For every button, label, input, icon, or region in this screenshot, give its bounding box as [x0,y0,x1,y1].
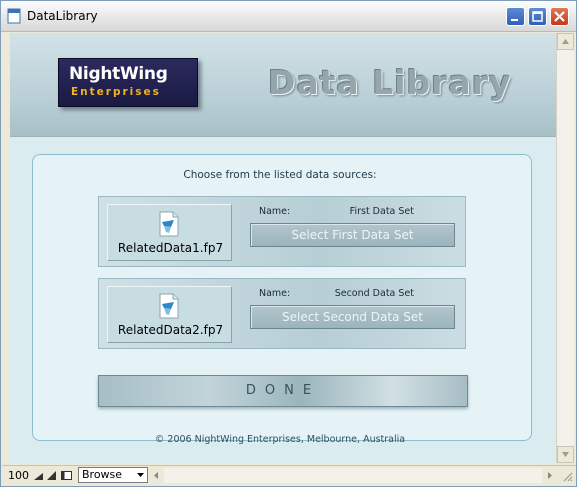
copyright-text: © 2006 NightWing Enterprises, Melbourne,… [154,434,406,445]
arrow-down-icon [562,452,569,457]
layout-content: NightWing Enterprises Data Library Choos… [10,33,556,463]
chevron-down-icon [137,473,144,477]
title-bar[interactable]: DataLibrary [1,1,576,32]
done-button[interactable]: DONE [98,375,468,407]
scroll-up-button[interactable] [557,33,574,50]
page-title: Data Library [268,63,512,102]
company-logo: NightWing Enterprises [58,58,198,107]
status-bar: 100 Browse [2,465,576,486]
close-icon [554,11,565,22]
logo-line2: Enterprises [71,86,161,98]
file-name: RelatedData2.fp7 [117,323,224,337]
maximize-icon [532,11,543,22]
select-second-data-set-button[interactable]: Select Second Data Set [250,305,455,329]
close-button[interactable] [550,7,569,26]
document-icon [159,211,179,237]
arrow-left-icon [154,472,158,479]
mode-select[interactable]: Browse [78,467,148,483]
zoom-out-icon[interactable] [33,470,44,481]
arrow-right-icon [548,472,552,479]
app-window: DataLibrary NightWing Enterprises Data L… [0,0,577,487]
data-set-name: Second Data Set [334,288,414,299]
select-first-data-set-button[interactable]: Select First Data Set [250,223,455,247]
window-title: DataLibrary [27,9,98,23]
zoom-in-icon[interactable] [46,470,57,481]
data-source-row: RelatedData1.fp7 Name: First Data Set Se… [98,196,466,267]
minimize-button[interactable] [506,7,525,26]
mode-value: Browse [82,468,123,481]
document-icon [159,293,179,319]
scroll-right-button[interactable] [543,468,556,483]
resize-grip-icon[interactable] [561,470,573,482]
data-set-name: First Data Set [349,206,414,217]
scroll-down-button[interactable] [557,446,574,463]
data-source-row: RelatedData2.fp7 Name: Second Data Set S… [98,278,466,349]
file-container[interactable]: RelatedData1.fp7 [107,204,232,261]
file-container[interactable]: RelatedData2.fp7 [107,286,232,343]
zoom-level[interactable]: 100 [8,469,29,482]
status-toolbar-toggle-icon[interactable] [61,470,72,481]
logo-line1: NightWing [69,64,168,84]
name-label: Name: [259,288,291,299]
scroll-left-button[interactable] [150,468,163,483]
maximize-button[interactable] [528,7,547,26]
name-label: Name: [259,206,291,217]
horizontal-scrollbar[interactable] [164,468,542,483]
instruction-text: Choose from the listed data sources: [183,169,377,181]
minimize-icon [511,19,518,21]
vertical-scrollbar[interactable] [556,33,574,463]
file-name: RelatedData1.fp7 [117,241,224,255]
app-window-icon [7,8,21,24]
header-banner: NightWing Enterprises Data Library [10,33,556,137]
arrow-up-icon [562,39,569,44]
